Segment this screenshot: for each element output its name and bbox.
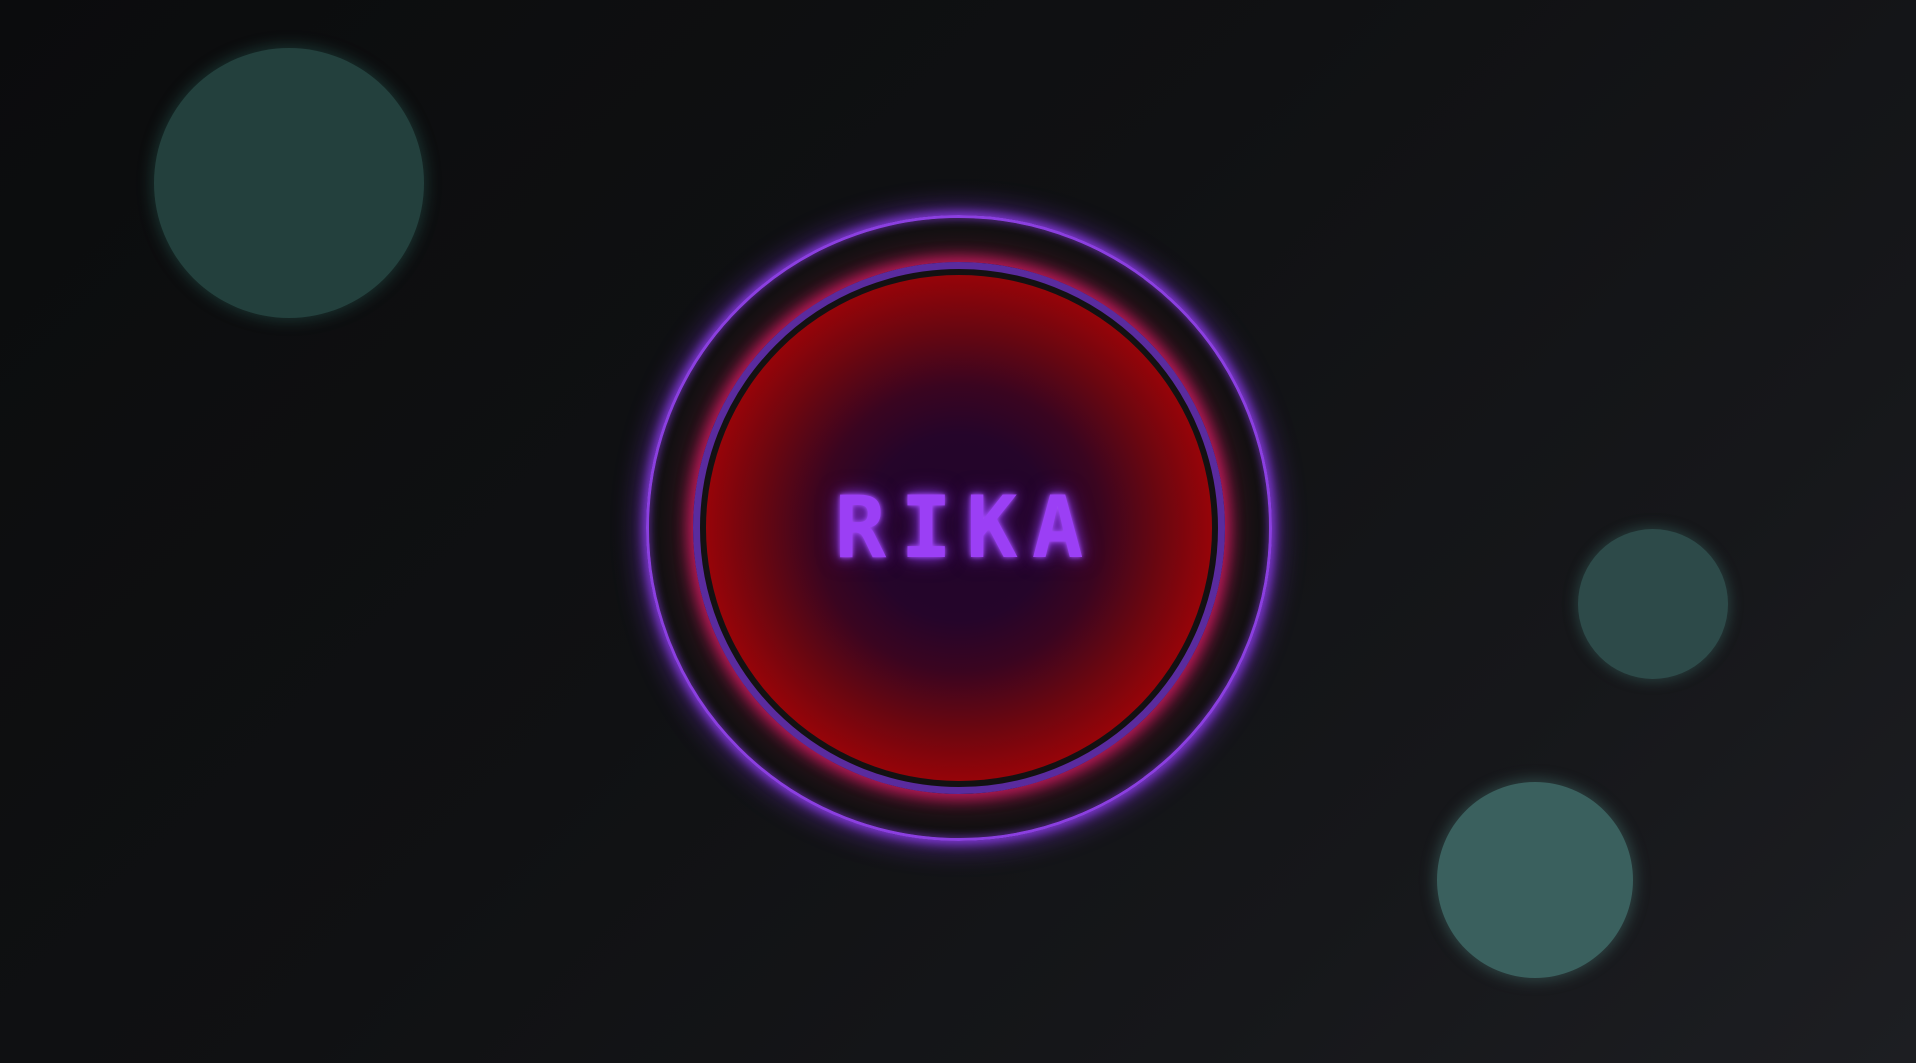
rika-activate-button[interactable]: RIKA	[646, 215, 1272, 841]
rika-label: RIKA	[834, 478, 1098, 578]
decorative-orb-top-left	[154, 48, 424, 318]
decorative-orb-right	[1578, 529, 1728, 679]
decorative-orb-bottom-right	[1437, 782, 1633, 978]
